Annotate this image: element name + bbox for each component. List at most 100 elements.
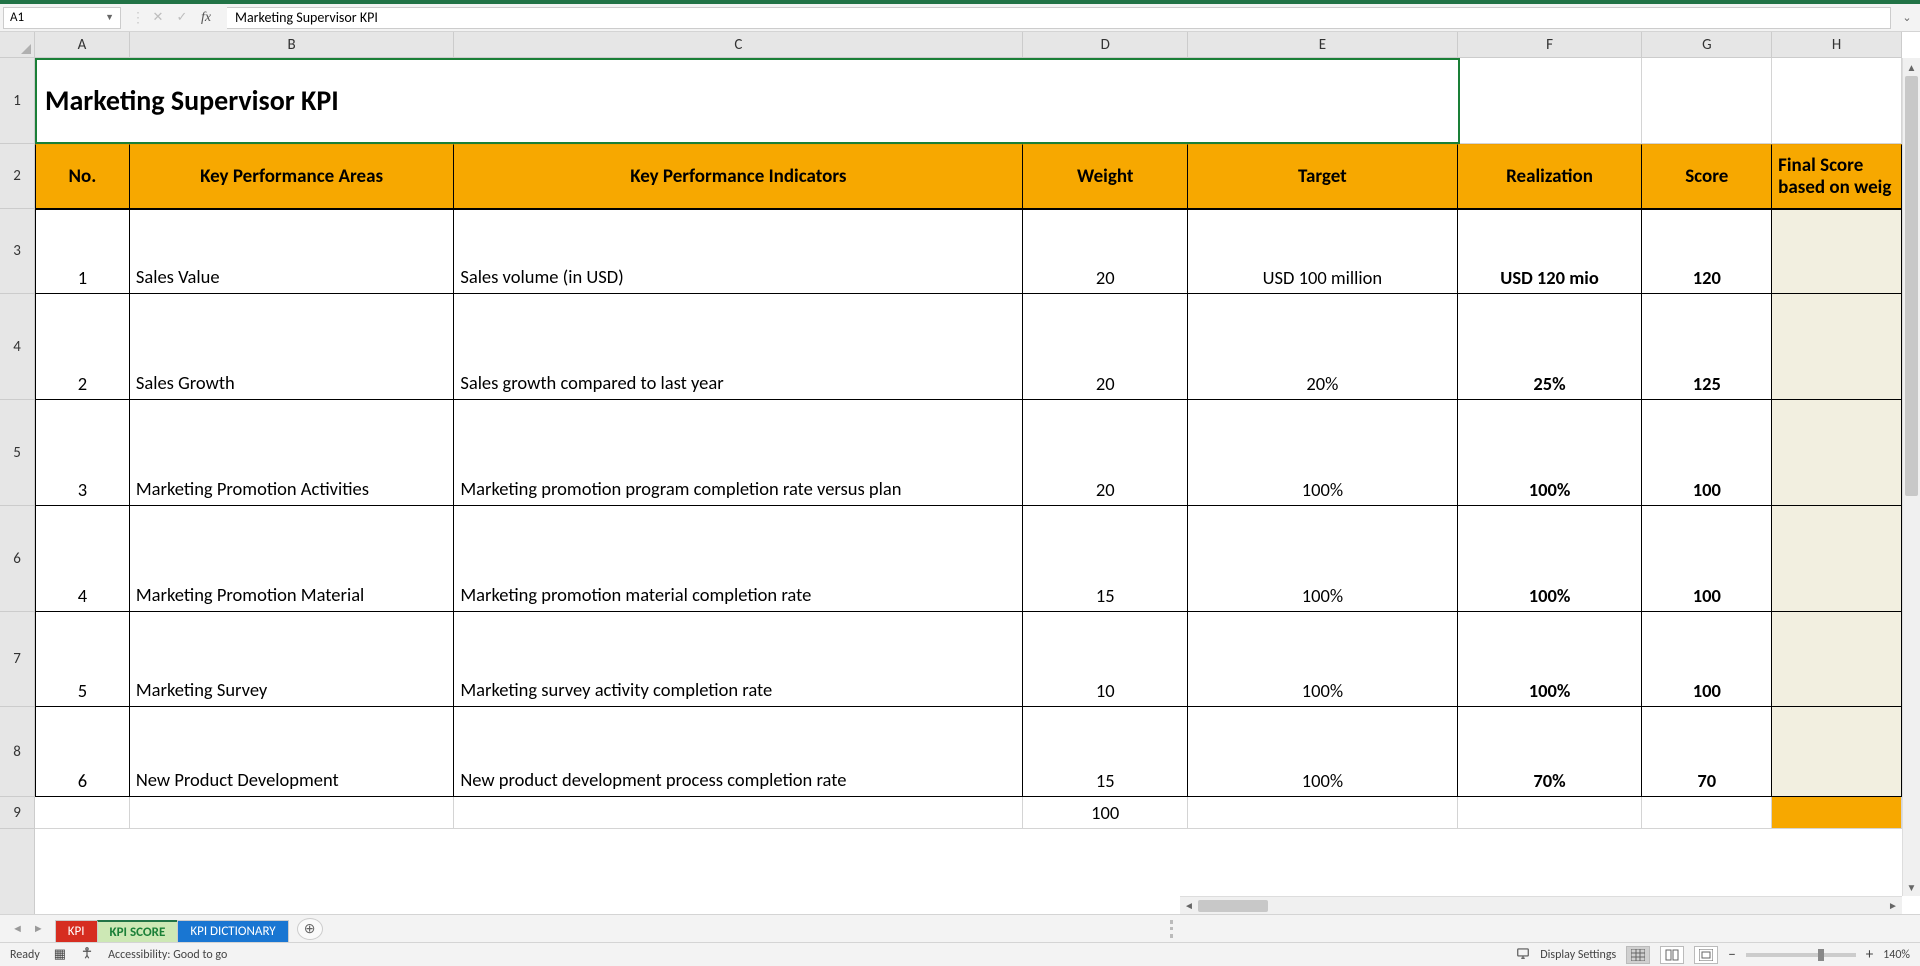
column-header-H[interactable]: H xyxy=(1772,32,1902,57)
page-break-view-button[interactable] xyxy=(1694,946,1718,964)
row-header-7[interactable]: 7 xyxy=(0,612,34,707)
cell-r6-c6[interactable]: 100 xyxy=(1642,506,1772,612)
normal-view-button[interactable] xyxy=(1626,946,1650,964)
cell-r7-c0[interactable]: 5 xyxy=(35,612,130,707)
tab-prev-icon[interactable]: ◄ xyxy=(8,920,27,937)
cell-r7-c1[interactable]: Marketing Survey xyxy=(130,612,454,707)
scroll-right-icon[interactable]: ► xyxy=(1884,899,1902,912)
name-box-dropdown-icon[interactable]: ▼ xyxy=(105,12,114,23)
cell-r7-c2[interactable]: Marketing survey activity completion rat… xyxy=(454,612,1023,707)
cell-r5-c2[interactable]: Marketing promotion program completion r… xyxy=(454,400,1023,506)
header-kpi[interactable]: Key Performance Indicators xyxy=(454,144,1023,209)
horizontal-scrollbar[interactable]: ◄ ► xyxy=(1180,896,1902,914)
header-weight[interactable]: Weight xyxy=(1023,144,1188,209)
cell-r4-c4[interactable]: 20% xyxy=(1188,294,1458,400)
horizontal-scroll-thumb[interactable] xyxy=(1198,900,1268,912)
cell-r3-c4[interactable]: USD 100 million xyxy=(1188,209,1458,294)
cell-r4-c1[interactable]: Sales Growth xyxy=(130,294,454,400)
cell-r6-c0[interactable]: 4 xyxy=(35,506,130,612)
row-header-2[interactable]: 2 xyxy=(0,144,34,209)
insert-function-button[interactable]: fx xyxy=(195,7,217,29)
column-header-F[interactable]: F xyxy=(1458,32,1643,57)
cell-r5-c6[interactable]: 100 xyxy=(1642,400,1772,506)
column-header-C[interactable]: C xyxy=(454,32,1023,57)
cell-r8-c5[interactable]: 70% xyxy=(1458,707,1643,797)
cell-G1[interactable] xyxy=(1642,58,1772,144)
macro-icon[interactable]: ▦ xyxy=(54,947,66,962)
add-sheet-button[interactable]: ⊕ xyxy=(297,918,323,940)
column-header-B[interactable]: B xyxy=(130,32,454,57)
cell-r9-2[interactable] xyxy=(454,797,1023,829)
cell-r4-c2[interactable]: Sales growth compared to last year xyxy=(454,294,1023,400)
cell-r8-c0[interactable]: 6 xyxy=(35,707,130,797)
cell-F1[interactable] xyxy=(1458,58,1643,144)
column-header-E[interactable]: E xyxy=(1188,32,1458,57)
page-layout-view-button[interactable] xyxy=(1660,946,1684,964)
cell-r5-c3[interactable]: 20 xyxy=(1023,400,1188,506)
cell-r6-c2[interactable]: Marketing promotion material completion … xyxy=(454,506,1023,612)
select-all-button[interactable] xyxy=(0,32,35,58)
row-header-5[interactable]: 5 xyxy=(0,400,34,506)
scroll-up-icon[interactable]: ▲ xyxy=(1903,58,1920,76)
header-score[interactable]: Score xyxy=(1642,144,1772,209)
zoom-in-button[interactable]: + xyxy=(1866,946,1873,964)
zoom-handle[interactable] xyxy=(1818,949,1824,961)
confirm-formula-button[interactable]: ✓ xyxy=(171,7,193,29)
display-settings-label[interactable]: Display Settings xyxy=(1540,948,1616,962)
cell-r3-c3[interactable]: 20 xyxy=(1023,209,1188,294)
cell-r4-c6[interactable]: 125 xyxy=(1642,294,1772,400)
cancel-formula-button[interactable]: ✕ xyxy=(147,7,169,29)
cell-r8-c2[interactable]: New product development process completi… xyxy=(454,707,1023,797)
cell-r6-c4[interactable]: 100% xyxy=(1188,506,1458,612)
accessibility-icon[interactable] xyxy=(80,946,94,964)
cells-grid[interactable]: Marketing Supervisor KPINo.Key Performan… xyxy=(35,58,1902,896)
cell-r4-c3[interactable]: 20 xyxy=(1023,294,1188,400)
cell-r9-1[interactable] xyxy=(130,797,454,829)
vertical-scroll-thumb[interactable] xyxy=(1905,76,1918,496)
formula-input[interactable]: Marketing Supervisor KPI xyxy=(227,7,1891,29)
zoom-out-button[interactable]: − xyxy=(1728,946,1735,964)
cell-r6-c5[interactable]: 100% xyxy=(1458,506,1643,612)
header-target[interactable]: Target xyxy=(1188,144,1458,209)
cell-r3-c1[interactable]: Sales Value xyxy=(130,209,454,294)
cell-r9-0[interactable] xyxy=(35,797,130,829)
cell-r6-c7[interactable] xyxy=(1772,506,1902,612)
cell-r9-4[interactable] xyxy=(1188,797,1458,829)
cell-r9-5[interactable] xyxy=(1458,797,1643,829)
sheet-tab-kpi-score[interactable]: KPI SCORE xyxy=(97,920,179,942)
cell-r4-c5[interactable]: 25% xyxy=(1458,294,1643,400)
cell-r6-c1[interactable]: Marketing Promotion Material xyxy=(130,506,454,612)
formula-expand-button[interactable]: ⌄ xyxy=(1897,11,1917,24)
scroll-down-icon[interactable]: ▼ xyxy=(1903,878,1920,896)
cell-r5-c4[interactable]: 100% xyxy=(1188,400,1458,506)
row-header-8[interactable]: 8 xyxy=(0,707,34,797)
sheet-tab-kpi-dictionary[interactable]: KPI DICTIONARY xyxy=(177,920,288,942)
header-final[interactable]: Final Score based on weig xyxy=(1772,144,1902,209)
cell-r6-c3[interactable]: 15 xyxy=(1023,506,1188,612)
cell-r8-c7[interactable] xyxy=(1772,707,1902,797)
cell-r8-c1[interactable]: New Product Development xyxy=(130,707,454,797)
cell-H1[interactable] xyxy=(1772,58,1902,144)
cell-r3-c7[interactable] xyxy=(1772,209,1902,294)
row-header-9[interactable]: 9 xyxy=(0,797,34,829)
column-header-G[interactable]: G xyxy=(1642,32,1772,57)
cell-r5-c7[interactable] xyxy=(1772,400,1902,506)
cell-r8-c6[interactable]: 70 xyxy=(1642,707,1772,797)
sheet-tab-kpi[interactable]: KPI xyxy=(55,920,98,942)
scroll-left-icon[interactable]: ◄ xyxy=(1180,899,1198,912)
cell-r4-c7[interactable] xyxy=(1772,294,1902,400)
cell-r3-c2[interactable]: Sales volume (in USD) xyxy=(454,209,1023,294)
cell-r7-c6[interactable]: 100 xyxy=(1642,612,1772,707)
header-realization[interactable]: Realization xyxy=(1458,144,1643,209)
cell-r7-c7[interactable] xyxy=(1772,612,1902,707)
cell-r5-c0[interactable]: 3 xyxy=(35,400,130,506)
cell-r7-c5[interactable]: 100% xyxy=(1458,612,1643,707)
vertical-scrollbar[interactable]: ▲ ▼ xyxy=(1902,58,1920,896)
display-settings-icon[interactable] xyxy=(1516,946,1530,964)
column-header-A[interactable]: A xyxy=(35,32,130,57)
header-kpa[interactable]: Key Performance Areas xyxy=(130,144,454,209)
cell-r8-c4[interactable]: 100% xyxy=(1188,707,1458,797)
column-header-D[interactable]: D xyxy=(1023,32,1188,57)
row-header-1[interactable]: 1 xyxy=(0,58,34,144)
cell-r8-c3[interactable]: 15 xyxy=(1023,707,1188,797)
